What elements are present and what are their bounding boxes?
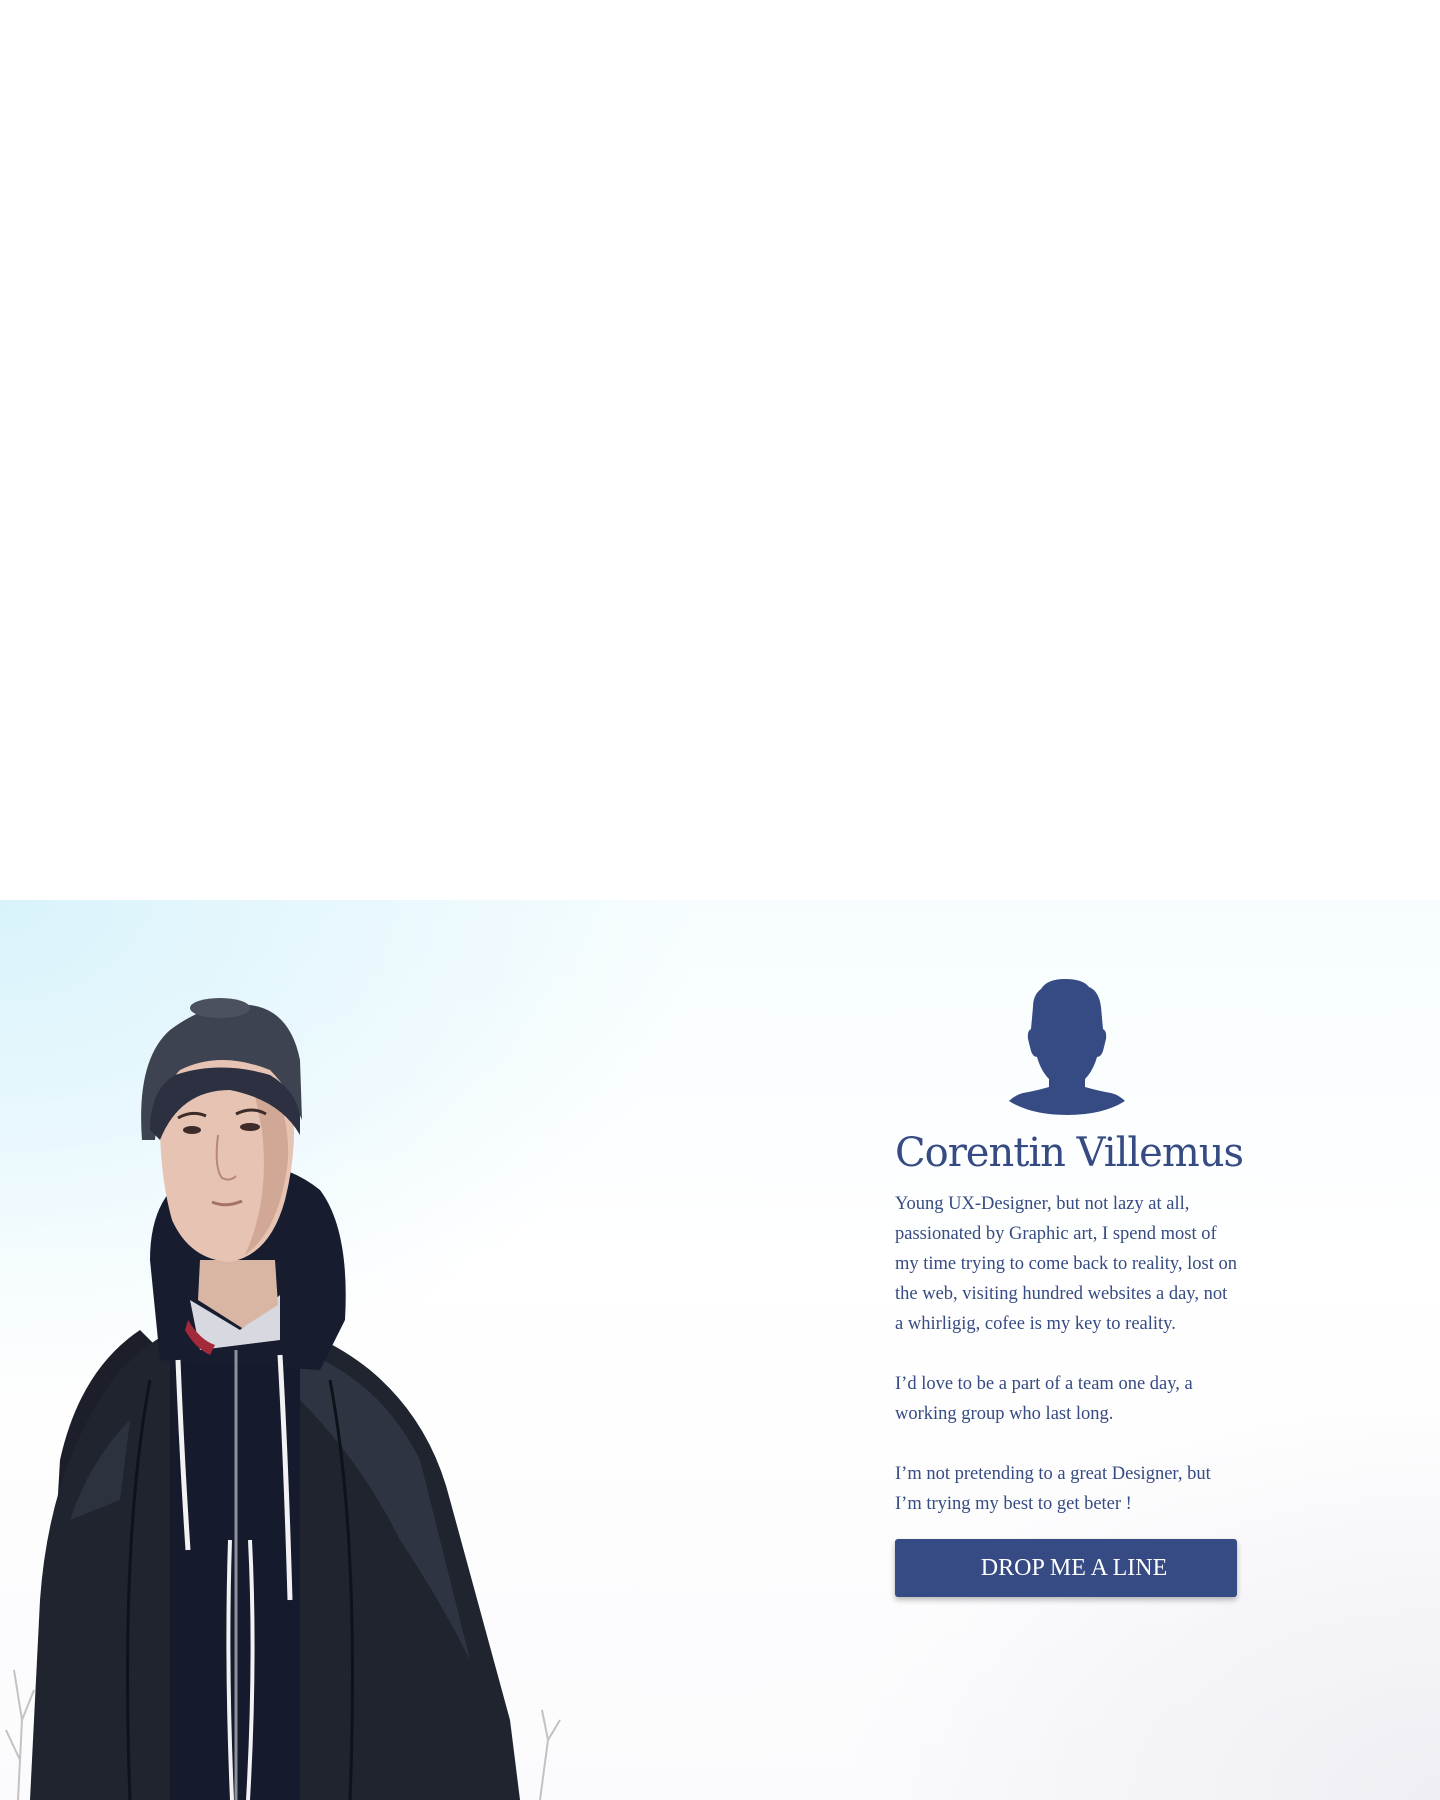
person-silhouette-icon xyxy=(1009,979,1125,1115)
bio-text: Young UX-Designer, but not lazy at all, … xyxy=(895,1189,1240,1519)
about-section: Corentin Villemus Young UX-Designer, but… xyxy=(0,900,1440,1800)
blank-section xyxy=(0,0,1440,900)
profile-name: Corentin Villemus xyxy=(895,1130,1244,1176)
drop-me-a-line-button[interactable]: DROP ME A LINE xyxy=(895,1539,1237,1597)
bio-paragraph: I’d love to be a part of a team one day,… xyxy=(895,1374,1193,1424)
portrait-photo xyxy=(5,998,561,1800)
bio-paragraph: I’m not pretending to a great Designer, … xyxy=(895,1464,1211,1514)
about-card: Corentin Villemus Young UX-Designer, but… xyxy=(895,977,1244,1597)
page: Corentin Villemus Young UX-Designer, but… xyxy=(0,0,1440,1800)
bio-paragraph: Young UX-Designer, but not lazy at all, … xyxy=(895,1194,1238,1334)
